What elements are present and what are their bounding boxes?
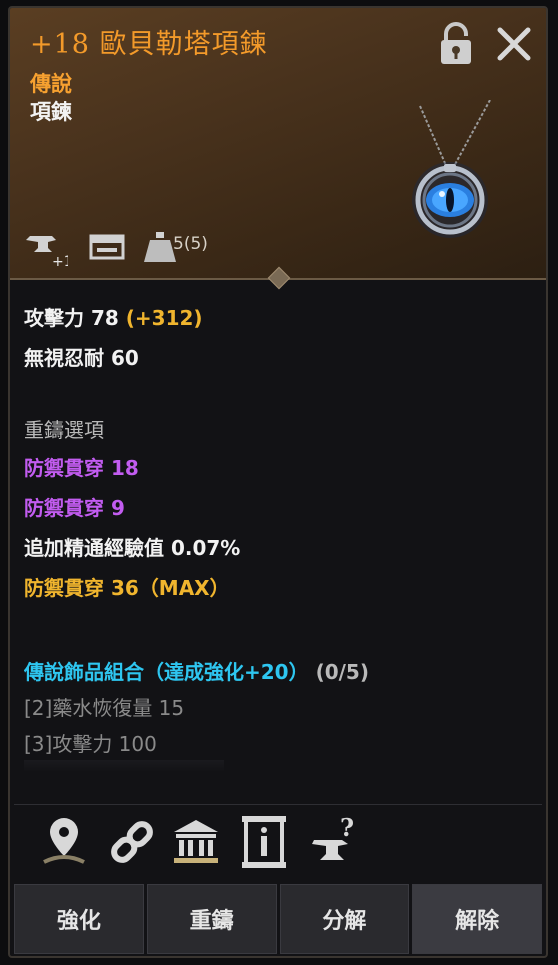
anvil-plus-icon: +1 — [26, 236, 68, 270]
item-type: 項鍊 — [30, 100, 72, 124]
dismantle-button[interactable]: 分解 — [279, 884, 410, 954]
link-icon[interactable] — [104, 814, 160, 870]
close-icon[interactable] — [494, 24, 534, 64]
enhance-level: +18 — [30, 29, 90, 60]
set-title: 傳說飾品組合（達成強化+20） — [24, 660, 309, 684]
info-scroll-icon[interactable] — [236, 814, 292, 870]
item-name: 歐貝勒塔項鍊 — [99, 29, 268, 60]
chest-icon — [89, 234, 125, 260]
bank-icon[interactable] — [168, 814, 224, 870]
action-button-row: 強化 重鑄 分解 解除 — [14, 884, 542, 954]
slot-count: 5(5) — [173, 234, 208, 254]
location-pin-icon[interactable] — [36, 814, 92, 870]
lock-icon[interactable] — [438, 22, 474, 66]
svg-text:+1: +1 — [52, 254, 68, 270]
stat-ignore-resist: 無視忍耐 60 — [24, 346, 139, 370]
stats-section: 攻擊力 78 (+312) 無視忍耐 60 重鑄選項 防禦貫穿 18 防禦貫穿 … — [24, 298, 534, 772]
reforge-header: 重鑄選項 — [24, 418, 104, 442]
reforge-option-1: 防禦貫穿 18 — [24, 456, 139, 480]
scroll-fade — [24, 760, 224, 772]
reforge-option-4: 防禦貫穿 36（MAX） — [24, 576, 230, 600]
anvil-question-icon[interactable]: ? — [308, 814, 364, 870]
reforge-button[interactable]: 重鑄 — [146, 884, 277, 954]
item-title: +18 歐貝勒塔項鍊 — [30, 22, 268, 61]
unequip-button[interactable]: 解除 — [412, 884, 542, 954]
item-tooltip-panel: +18 歐貝勒塔項鍊 傳說 項鍊 + 5(5) 攻擊力 78 (+312) 無視… — [8, 6, 548, 958]
set-count: (0/5) — [315, 660, 369, 684]
item-header: +18 歐貝勒塔項鍊 傳說 項鍊 + 5(5) — [10, 8, 546, 280]
svg-text:?: ? — [340, 814, 354, 842]
set-bonus-3: [3]攻擊力 100 — [24, 732, 157, 756]
item-grade: 傳說 — [30, 72, 72, 96]
enhance-button[interactable]: 強化 — [14, 884, 144, 954]
separator — [14, 804, 542, 805]
action-icon-row: ? — [10, 814, 546, 884]
necklace-image — [412, 100, 491, 238]
reforge-option-2: 防禦貫穿 9 — [24, 496, 125, 520]
set-title-row: 傳說飾品組合（達成強化+20） (0/5) — [24, 656, 369, 685]
reforge-option-3: 追加精通經驗值 0.07% — [24, 536, 241, 560]
set-bonus-2: [2]藥水恢復量 15 — [24, 696, 185, 720]
stat-attack-bonus: (+312) — [125, 306, 203, 330]
stat-attack: 攻擊力 78 (+312) — [24, 302, 203, 331]
stat-attack-value: 攻擊力 78 — [24, 306, 119, 330]
